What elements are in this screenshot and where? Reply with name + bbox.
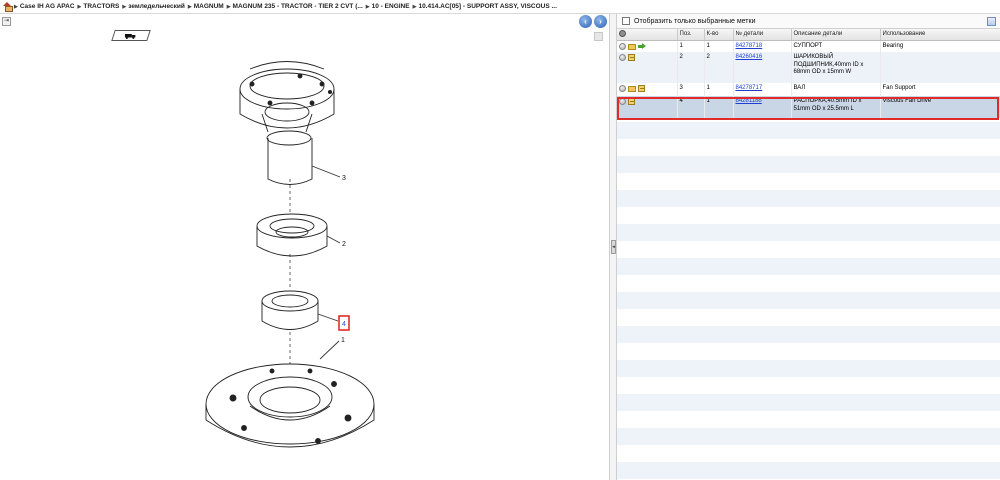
part-shaft-drawing [239, 61, 335, 185]
part-flange-drawing [205, 363, 375, 448]
description-cell: ВАЛ [791, 83, 881, 96]
part-bearing-drawing [256, 213, 328, 257]
callout-4: 4 [342, 321, 346, 328]
part-number-link[interactable]: 84278717 [736, 85, 763, 91]
description-cell: ШАРИКОВЫЙ ПОДШИПНИК,40mm ID x 68mm OD x … [791, 52, 881, 83]
part-number-link[interactable]: 84281188 [736, 98, 762, 104]
previous-page-button[interactable]: ‹ [579, 15, 592, 28]
export-icon[interactable] [987, 17, 996, 26]
parts-table: Поз. К-во № детали Описание детали Испол… [617, 29, 1000, 118]
usage-cell [880, 52, 1000, 83]
qty-cell: 2 [704, 52, 734, 83]
part-number-link[interactable]: 84260416 [736, 54, 763, 60]
breadcrumb-item[interactable]: ▶ 10 - ENGINE [366, 3, 410, 10]
callout-2: 2 [342, 241, 346, 248]
breadcrumb-item[interactable]: ▶ MAGNUM [188, 3, 224, 10]
next-page-button[interactable]: › [594, 15, 607, 28]
package-icon[interactable] [628, 54, 635, 61]
qty-cell: 1 [704, 40, 734, 52]
diagram-toolbar: ⇥ ‹ › [0, 14, 609, 29]
pos-cell: 2 [677, 52, 705, 83]
select-radio-icon[interactable] [619, 98, 626, 105]
table-row[interactable]: 3 1 84278717 ВАЛ Fan Support [617, 83, 1000, 96]
usage-cell: Viscous Fan Drive [880, 96, 1000, 118]
pane-splitter[interactable]: ◂ [609, 14, 617, 480]
description-column-header[interactable]: Описание детали [791, 29, 881, 41]
package-icon[interactable] [638, 85, 645, 92]
breadcrumb: ▶ Case IH AG APAC ▶ TRACTORS ▶ земледельчес… [0, 0, 1000, 14]
pos-cell: 3 [677, 83, 705, 96]
callout-1: 1 [341, 337, 345, 344]
select-radio-icon[interactable] [619, 42, 626, 50]
package-icon[interactable] [628, 98, 635, 105]
usage-column-header[interactable]: Использование [880, 29, 1000, 41]
description-cell: СУППОРТ [791, 40, 881, 52]
icons-column-header [617, 29, 678, 41]
pos-cell: 4 [677, 96, 705, 118]
folder-icon[interactable] [628, 43, 636, 50]
home-icon[interactable] [3, 2, 13, 12]
replacement-arrow-icon[interactable] [638, 42, 646, 50]
parts-list-pane: Отобразить только выбранные метки Поз. К… [617, 14, 1000, 480]
description-cell: РАСПОРКА,40.5mm ID x 51mm OD x 25.5mm L [791, 96, 881, 118]
part-number-column-header[interactable]: № детали [733, 29, 792, 41]
part-number-link[interactable]: 84278718 [736, 43, 763, 49]
qty-cell: 1 [704, 96, 734, 118]
usage-cell: Bearing [880, 40, 1000, 52]
folder-icon[interactable] [628, 86, 636, 92]
breadcrumb-item[interactable]: ▶ Case IH AG APAC [14, 3, 75, 10]
breadcrumb-item[interactable]: ▶ MAGNUM 235 - TRACTOR - TIER 2 CVT (... [227, 3, 363, 10]
table-row[interactable]: 2 2 84260416 ШАРИКОВЫЙ ПОДШИПНИК,40mm ID… [617, 52, 1000, 83]
select-radio-icon[interactable] [619, 54, 626, 61]
splitter-grip-icon[interactable]: ◂ [611, 240, 616, 254]
show-selected-only-checkbox[interactable] [622, 17, 630, 25]
breadcrumb-item[interactable]: ▶ земледельческий [122, 3, 184, 10]
table-row-selected[interactable]: 4 1 84281188 РАСПОРКА,40.5mm ID x 51mm O… [617, 96, 1000, 118]
diagram-pane: ⇥ ‹ › 3 2 1 4 [0, 14, 609, 480]
usage-cell: Fan Support [880, 83, 1000, 96]
filter-row: Отобразить только выбранные метки [617, 14, 1000, 29]
qty-cell: 1 [704, 83, 734, 96]
expand-icon[interactable]: ⇥ [2, 17, 11, 26]
pos-cell: 1 [677, 40, 705, 52]
breadcrumb-item[interactable]: ▶ TRACTORS [78, 3, 120, 10]
table-row[interactable]: 1 1 84278718 СУППОРТ Bearing [617, 40, 1000, 52]
part-spacer-drawing [261, 290, 319, 330]
breadcrumb-item[interactable]: ▶ 10.414.AC[05] - SUPPORT ASSY, VISCOUS .… [413, 3, 557, 10]
pos-column-header[interactable]: Поз. [677, 29, 705, 41]
empty-table-rows [617, 122, 1000, 480]
qty-column-header[interactable]: К-во [704, 29, 734, 41]
settings-icon[interactable] [619, 29, 626, 37]
select-radio-icon[interactable] [619, 85, 626, 92]
callout-3: 3 [342, 175, 346, 182]
show-selected-only-label: Отобразить только выбранные метки [634, 17, 756, 25]
exploded-parts-diagram: 3 2 1 4 [205, 61, 375, 448]
